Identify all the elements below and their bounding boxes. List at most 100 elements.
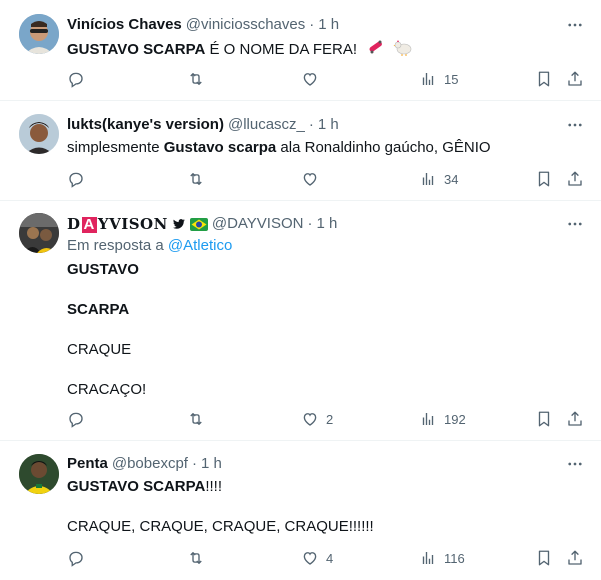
bookmark-icon	[538, 411, 550, 427]
reply-button[interactable]	[67, 549, 92, 567]
reply-icon	[69, 172, 83, 188]
share-button[interactable]	[566, 70, 584, 88]
analytics-icon	[422, 413, 434, 425]
avatar[interactable]	[19, 114, 59, 154]
text-rest: !!!!	[205, 478, 223, 495]
retweet-icon	[190, 73, 202, 85]
bookmark-button[interactable]	[535, 70, 553, 88]
separator-dot: ·	[191, 455, 197, 472]
separator-dot: ·	[307, 215, 313, 232]
tweet-item[interactable]: Vinícios Chaves @viniciosschaves · 1 h G…	[0, 0, 601, 101]
retweet-button[interactable]	[187, 170, 212, 188]
retweet-button[interactable]	[187, 549, 212, 567]
share-button[interactable]	[566, 170, 584, 188]
reply-button[interactable]	[67, 410, 92, 428]
bookmark-button[interactable]	[535, 410, 553, 428]
timestamp[interactable]: 1 h	[318, 115, 339, 135]
tweet-item[interactable]: D A YVISON @DAYVISON · 1 h Em resposta a @…	[0, 201, 601, 441]
retweet-button[interactable]	[187, 410, 212, 428]
avatar[interactable]	[19, 213, 59, 253]
separator-dot: ·	[308, 116, 314, 133]
like-button[interactable]	[301, 170, 326, 188]
heart-icon	[303, 413, 317, 426]
bold-text: Gustavo scarpa	[163, 139, 277, 156]
timestamp[interactable]: 1 h	[316, 214, 337, 234]
reply-icon	[69, 551, 83, 567]
reply-button[interactable]	[67, 70, 92, 88]
analytics-icon	[422, 73, 434, 85]
tweet-feed: Vinícios Chaves @viniciosschaves · 1 h G…	[0, 0, 601, 580]
bookmark-button[interactable]	[535, 549, 553, 567]
share-icon	[568, 411, 582, 426]
author-name[interactable]: Vinícios Chaves	[67, 15, 182, 35]
tweet-header: lukts(kanye's version) @llucascz_ · 1 h	[67, 115, 585, 135]
views-count: 192	[444, 411, 466, 427]
retweet-icon	[190, 413, 202, 425]
bookmark-button[interactable]	[535, 170, 553, 188]
timestamp[interactable]: 1 h	[201, 454, 222, 474]
more-options-icon[interactable]	[565, 115, 585, 135]
share-button[interactable]	[566, 410, 584, 428]
tweet-body: Vinícios Chaves @viniciosschaves · 1 h G…	[67, 15, 585, 62]
tweet-actions: 34	[67, 169, 587, 189]
like-button[interactable]: 4	[301, 549, 333, 567]
like-count: 4	[326, 550, 334, 566]
text-rest: É O NOME DA FERA!	[205, 40, 358, 58]
tweet-item[interactable]: lukts(kanye's version) @llucascz_ · 1 h …	[0, 101, 601, 201]
tweet-line: CRAQUE, CRAQUE, CRAQUE, CRAQUE!!!!!!	[67, 518, 374, 535]
tweet-item[interactable]: Penta @bobexcpf · 1 h GUSTAVO SCARPA!!!!…	[0, 441, 601, 580]
tweet-text: GUSTAVO SCARPA É O NOME DA FERA!	[67, 38, 585, 62]
share-icon	[568, 550, 582, 565]
bold-text: GUSTAVO SCARPA	[67, 40, 206, 58]
reply-button[interactable]	[67, 170, 92, 188]
tweet-actions: 4 116	[67, 548, 587, 568]
reply-icon	[69, 412, 83, 428]
author-handle[interactable]: @llucascz_	[228, 115, 305, 135]
like-count: 2	[326, 411, 334, 427]
more-options-icon[interactable]	[565, 15, 585, 35]
views-count: 34	[444, 171, 459, 187]
reply-target-link[interactable]: @Atletico	[168, 237, 232, 254]
text-rest: ala Ronaldinho gaúcho, GÊNIO	[276, 139, 491, 156]
retweet-icon	[190, 552, 202, 564]
views-count: 116	[444, 550, 465, 566]
bold-text: GUSTAVO SCARPA	[67, 478, 206, 495]
name-part: D	[67, 215, 81, 233]
tweet-line: GUSTAVO	[67, 261, 139, 278]
avatar[interactable]	[19, 454, 59, 494]
timestamp[interactable]: 1 h	[318, 15, 339, 35]
tweet-header: Penta @bobexcpf · 1 h	[67, 454, 585, 474]
author-handle[interactable]: @bobexcpf	[112, 454, 188, 474]
brazil-flag-icon	[189, 217, 208, 231]
views-button[interactable]: 15	[419, 70, 458, 88]
author-name[interactable]: D A YVISON	[67, 214, 168, 234]
views-button[interactable]: 192	[419, 410, 466, 428]
like-button[interactable]: 2	[301, 410, 333, 428]
retweet-button[interactable]	[187, 70, 212, 88]
views-button[interactable]: 34	[419, 170, 458, 188]
avatar[interactable]	[19, 14, 59, 54]
share-button[interactable]	[566, 549, 584, 567]
author-name[interactable]: Penta	[67, 454, 108, 474]
tweet-header: D A YVISON @DAYVISON · 1 h	[67, 214, 585, 234]
author-handle[interactable]: @DAYVISON	[212, 214, 304, 234]
author-handle[interactable]: @viniciosschaves	[186, 15, 305, 35]
tweet-line: CRACAÇO!	[67, 381, 147, 398]
more-options-icon[interactable]	[565, 214, 585, 234]
text-pre: simplesmente	[67, 139, 164, 156]
reply-prefix: Em resposta a	[67, 237, 164, 254]
views-button[interactable]: 116	[419, 549, 465, 567]
author-name[interactable]: lukts(kanye's version)	[67, 115, 224, 135]
like-button[interactable]	[301, 70, 326, 88]
heart-icon	[303, 73, 317, 86]
reply-icon	[69, 72, 83, 88]
more-options-icon[interactable]	[565, 454, 585, 474]
tweet-body: lukts(kanye's version) @llucascz_ · 1 h …	[67, 115, 585, 158]
share-icon	[568, 71, 582, 86]
name-badge-a: A	[81, 216, 97, 233]
tweet-body: Penta @bobexcpf · 1 h GUSTAVO SCARPA!!!!…	[67, 454, 585, 537]
heart-icon	[303, 173, 317, 186]
analytics-icon	[422, 552, 434, 564]
tweet-actions: 2 192	[67, 409, 587, 429]
bookmark-icon	[538, 550, 550, 566]
